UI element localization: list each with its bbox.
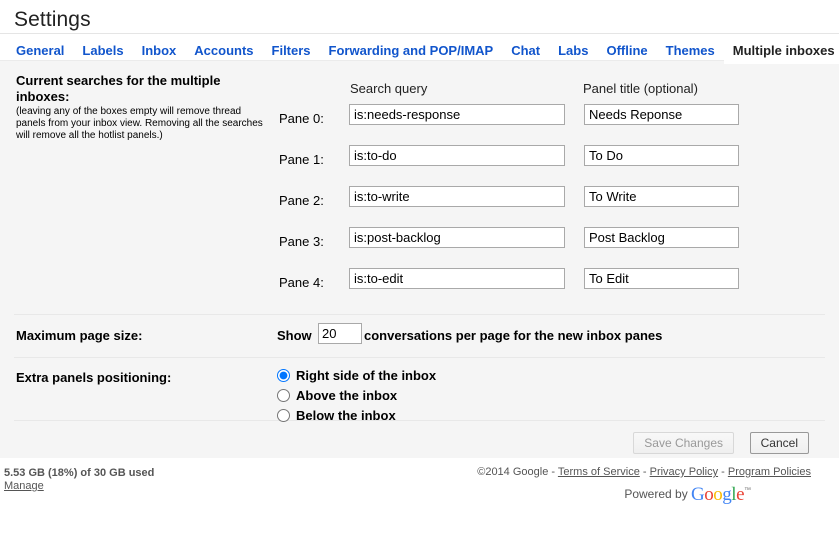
pane-row: Pane 3: bbox=[275, 222, 839, 263]
page-size-show-label: Show bbox=[277, 328, 312, 343]
positioning-option-label: Above the inbox bbox=[296, 387, 398, 403]
pane-label: Pane 3: bbox=[279, 234, 324, 249]
legal-sep-1: - bbox=[548, 466, 558, 478]
positioning-radio-0[interactable] bbox=[277, 368, 290, 382]
trademark-symbol: ™ bbox=[744, 487, 751, 494]
pane-row: Pane 2: bbox=[275, 181, 839, 222]
pane-label: Pane 4: bbox=[279, 275, 324, 290]
privacy-policy-link[interactable]: Privacy Policy bbox=[650, 466, 718, 478]
searches-heading: Current searches for the multiple inboxe… bbox=[16, 73, 221, 104]
pane-0-panel-title-input[interactable] bbox=[584, 104, 739, 125]
pane-row: Pane 4: bbox=[275, 263, 839, 304]
pane-4-panel-title-input[interactable] bbox=[584, 268, 739, 289]
positioning-option-0[interactable]: Right side of the inbox bbox=[277, 365, 436, 385]
manage-storage-link[interactable]: Manage bbox=[4, 480, 154, 492]
page-size-label: Maximum page size: bbox=[16, 328, 143, 343]
google-logo-letter: G bbox=[691, 484, 705, 505]
column-header-panel-title: Panel title (optional) bbox=[583, 81, 698, 96]
page-title-text: Settings bbox=[14, 8, 91, 31]
positioning-radio-1[interactable] bbox=[277, 388, 290, 402]
pane-row: Pane 1: bbox=[275, 140, 839, 181]
copyright-text: ©2014 Google bbox=[477, 466, 549, 478]
panes-rows: Pane 0: Pane 1: Pane 2: Pane 3: Pane 4: bbox=[275, 99, 839, 304]
pane-3-panel-title-input[interactable] bbox=[584, 227, 739, 248]
pane-1-search-query-input[interactable] bbox=[349, 145, 565, 166]
legal-links: ©2014 Google - Terms of Service - Privac… bbox=[477, 466, 811, 478]
pane-label: Pane 1: bbox=[279, 152, 324, 167]
legal-sep-3: - bbox=[718, 466, 728, 478]
positioning-radio-2[interactable] bbox=[277, 408, 290, 422]
storage-quota-text: 5.53 GB (18%) of 30 GB used bbox=[4, 467, 155, 479]
positioning-radio-group: Right side of the inbox Above the inbox Be… bbox=[277, 365, 436, 425]
page-title: Settings bbox=[0, 0, 839, 31]
panes-grid-header: Search query Panel title (optional) bbox=[275, 73, 839, 99]
extra-panels-positioning-section: Extra panels positioning: Right side of … bbox=[0, 358, 839, 423]
program-policies-link[interactable]: Program Policies bbox=[728, 466, 811, 478]
google-logo-letter: o bbox=[704, 484, 714, 505]
column-header-search-query: Search query bbox=[350, 81, 428, 96]
terms-of-service-link[interactable]: Terms of Service bbox=[558, 466, 640, 478]
powered-by-google: Powered by Google™ bbox=[624, 484, 751, 506]
legal-sep-2: - bbox=[639, 466, 650, 478]
pane-label: Pane 0: bbox=[279, 111, 324, 126]
page-size-tail-label: conversations per page for the new inbox… bbox=[364, 328, 663, 343]
google-logo-letter: e bbox=[736, 484, 744, 505]
powered-by-label: Powered by bbox=[624, 487, 688, 501]
pane-label: Pane 2: bbox=[279, 193, 324, 208]
storage-quota: 5.53 GB (18%) of 30 GB used Manage bbox=[4, 467, 154, 492]
maximum-page-size-section: Maximum page size: Show conversations pe… bbox=[0, 315, 839, 357]
pane-1-panel-title-input[interactable] bbox=[584, 145, 739, 166]
google-logo-letter: o bbox=[713, 484, 723, 505]
pane-0-search-query-input[interactable] bbox=[349, 104, 565, 125]
searches-note: (leaving any of the boxes empty will rem… bbox=[16, 106, 263, 141]
current-searches-section: Current searches for the multiple inboxe… bbox=[0, 61, 839, 314]
page-size-input[interactable] bbox=[318, 323, 362, 344]
page-footer: 5.53 GB (18%) of 30 GB used Manage ©2014… bbox=[0, 458, 839, 519]
cancel-button[interactable]: Cancel bbox=[749, 432, 809, 454]
save-changes-button[interactable]: Save Changes bbox=[633, 432, 734, 454]
panes-grid: Search query Panel title (optional) Pane… bbox=[275, 73, 839, 304]
google-logo-letter: g bbox=[722, 484, 732, 505]
searches-description: Current searches for the multiple inboxe… bbox=[16, 73, 268, 142]
settings-tabs: General Labels Inbox Accounts Filters Forward… bbox=[0, 34, 839, 64]
positioning-option-1[interactable]: Above the inbox bbox=[277, 385, 436, 405]
pane-2-search-query-input[interactable] bbox=[349, 186, 565, 207]
active-tab-notch bbox=[723, 60, 839, 62]
google-logo: Google bbox=[691, 484, 744, 505]
positioning-label: Extra panels positioning: bbox=[16, 370, 172, 385]
positioning-option-label: Right side of the inbox bbox=[296, 367, 437, 383]
pane-row: Pane 0: bbox=[275, 99, 839, 140]
pane-4-search-query-input[interactable] bbox=[349, 268, 565, 289]
pane-2-panel-title-input[interactable] bbox=[584, 186, 739, 207]
pane-3-search-query-input[interactable] bbox=[349, 227, 565, 248]
settings-content-panel: Current searches for the multiple inboxe… bbox=[0, 60, 839, 458]
